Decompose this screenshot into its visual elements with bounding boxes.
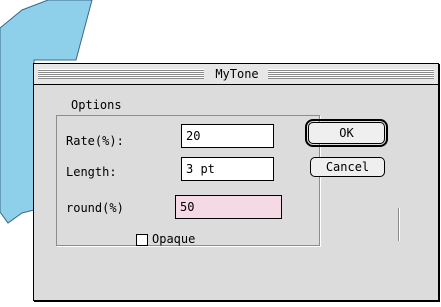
title-bar[interactable]: MyTone (34, 64, 438, 85)
window-title: MyTone (204, 66, 270, 82)
rate-input[interactable]: 20 (181, 124, 274, 148)
title-bar-stripes-left (38, 69, 204, 79)
cancel-button[interactable]: Cancel (310, 157, 385, 177)
opaque-checkbox[interactable] (136, 234, 148, 246)
mytone-dialog: MyTone Options Rate(%): 20 Length: 3 pt … (33, 63, 439, 301)
title-bar-stripes-right (268, 69, 434, 79)
options-group-label: Options (68, 97, 125, 113)
round-label: round(%) (66, 201, 124, 215)
divider-line (398, 208, 399, 241)
length-label: Length: (66, 165, 117, 179)
length-input[interactable]: 3 pt (181, 157, 274, 181)
round-input[interactable]: 50 (175, 195, 282, 219)
ok-button[interactable]: OK (305, 119, 388, 147)
rate-label: Rate(%): (66, 134, 124, 148)
opaque-label[interactable]: Opaque (152, 231, 195, 247)
